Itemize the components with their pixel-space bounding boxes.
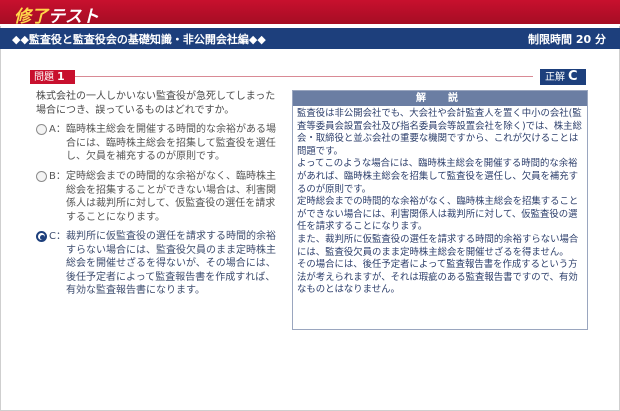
subject-bar: ◆◆監査役と監査役会の基礎知識・非公開会社編◆◆ 制限時間 20 分 — [0, 28, 620, 49]
explanation-paragraph: 監査役は非公開会社でも、大会社や会計監査人を置く中小の会社(監査等委員会設置会社… — [297, 108, 582, 157]
option-b-letter: B： — [49, 171, 66, 182]
answer-value: C — [568, 69, 578, 84]
explanation-paragraph: 定時総会までの時間的な余裕がなく、臨時株主総会を招集することができない場合には、… — [297, 196, 579, 233]
answer-badge: 正解 C — [540, 69, 586, 85]
option-a[interactable]: A： 臨時株主総会を開催する時間的な余裕がある場合には、臨時株主総会を招集して監… — [36, 123, 281, 164]
option-b[interactable]: B： 定時総会までの時間的な余裕がなく、臨時株主総会を招集することができない場合… — [36, 170, 281, 224]
explanation-body: 監査役は非公開会社でも、大会社や会計監査人を置く中小の会社(監査等委員会設置会社… — [293, 106, 587, 299]
question-divider — [75, 76, 533, 77]
question-badge: 問題 1 — [30, 70, 75, 84]
app-title-accent: 修了 — [14, 7, 48, 27]
explanation-heading: 解 説 — [293, 91, 587, 106]
time-limit: 制限時間 20 分 — [528, 33, 606, 46]
option-b-text: 定時総会までの時間的な余裕がなく、臨時株主総会を招集することができない場合は、利… — [66, 171, 276, 223]
option-a-text: 臨時株主総会を開催する時間的な余裕がある場合には、臨時株主総会を招集して監査役を… — [66, 124, 276, 162]
title-bar: 修了テスト — [0, 0, 620, 27]
subject-title: ◆◆監査役と監査役会の基礎知識・非公開会社編◆◆ — [12, 33, 266, 46]
option-c-radio[interactable] — [36, 231, 47, 242]
explanation-panel: 解 説 監査役は非公開会社でも、大会社や会計監査人を置く中小の会社(監査等委員会… — [292, 90, 588, 330]
option-a-letter: A： — [49, 124, 66, 135]
option-c-text: 裁判所に仮監査役の選任を請求する時間的余裕すらない場合には、監査役欠員のまま定時… — [66, 231, 276, 296]
option-c-letter: C： — [49, 231, 66, 242]
app-title-main: テスト — [48, 7, 99, 27]
option-a-radio[interactable] — [36, 124, 47, 135]
explanation-paragraph: よってこのような場合には、臨時株主総会を開催する時間的な余裕があれば、臨時株主総… — [297, 158, 578, 195]
explanation-paragraph: その場合には、後任予定者によって監査報告書を作成するという方法が考えられますが、… — [297, 259, 578, 296]
question-text: 株式会社の一人しかいない監査役が急死してしまった場合につき、誤っているものはどれ… — [36, 91, 276, 116]
option-b-radio[interactable] — [36, 171, 47, 182]
question-number: 1 — [57, 70, 65, 83]
answer-label: 正解 — [545, 72, 565, 83]
option-c[interactable]: C： 裁判所に仮監査役の選任を請求する時間的余裕すらない場合には、監査役欠員のま… — [36, 230, 281, 298]
question-label: 問題 — [34, 72, 54, 83]
explanation-paragraph: また、裁判所に仮監査役の選任を請求する時間的余裕すらない場合には、監査役欠員のま… — [297, 233, 579, 258]
app-title: 修了テスト — [14, 2, 99, 27]
